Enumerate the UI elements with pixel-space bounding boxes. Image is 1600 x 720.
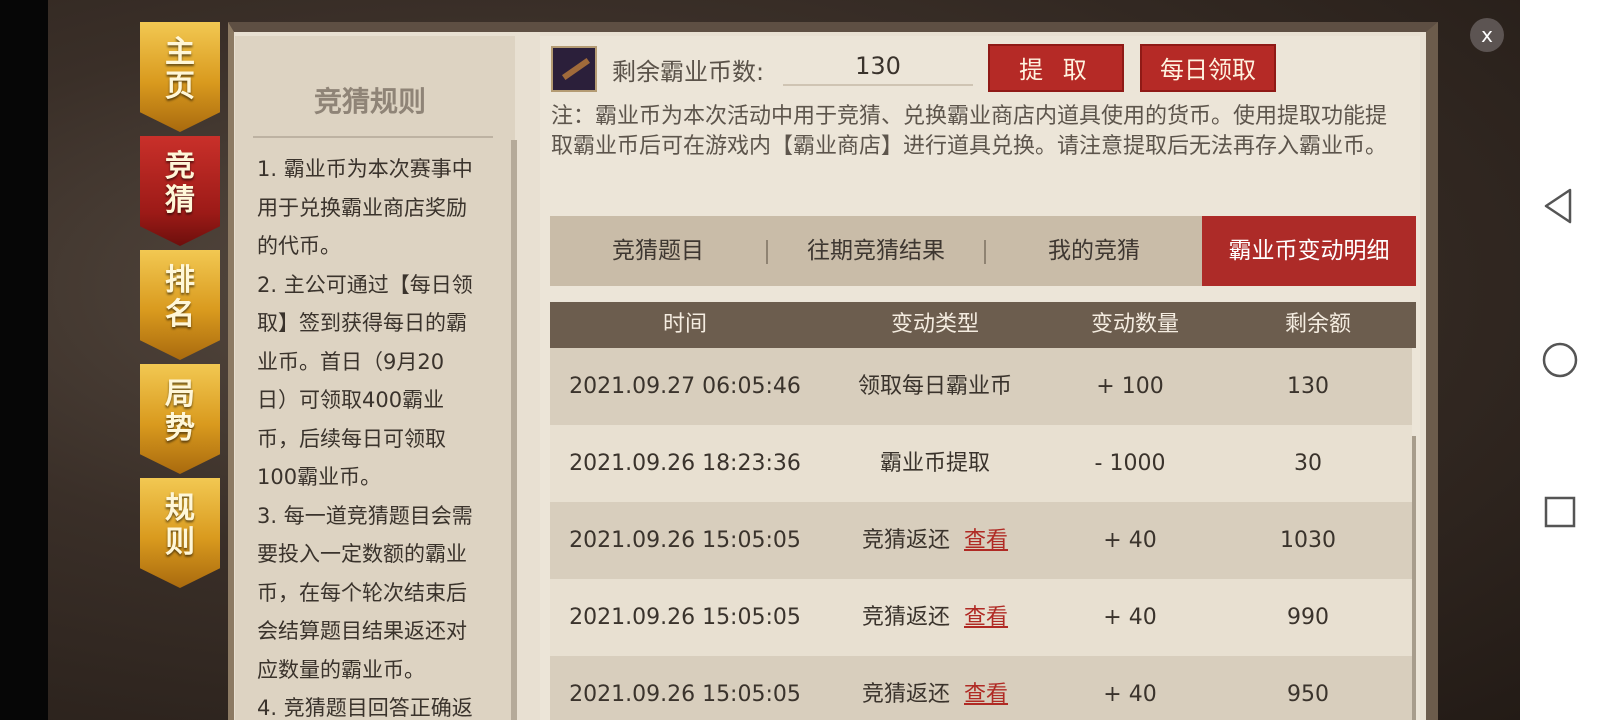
nav-ribbon-home[interactable]: 主 页 xyxy=(140,22,220,132)
header-amount: 变动数量 xyxy=(1090,312,1179,337)
rules-line: 的代币。 xyxy=(257,234,341,258)
table-row: 2021.09.27 06:05:46 领取每日霸业币 + 100 130 xyxy=(550,348,1412,425)
close-button[interactable]: x xyxy=(1470,18,1504,52)
note-text: 注：霸业币为本次活动中用于竞猜、兑换霸业商店内道具使用的货币。使用提取功能提取霸… xyxy=(551,104,1388,159)
cell-time: 2021.09.26 15:05:05 xyxy=(569,528,801,553)
rules-line: 取】签到获得每日的霸 xyxy=(257,311,467,335)
rules-line: 应数量的霸业币。 xyxy=(257,657,425,682)
nav-ribbon-guess[interactable]: 竞 猜 xyxy=(140,136,220,246)
back-icon[interactable] xyxy=(1540,186,1580,226)
cell-change: + 40 xyxy=(1103,605,1157,630)
cell-type: 竞猜返还 查看 xyxy=(820,579,1050,656)
nav-ribbon-situation[interactable]: 局 势 xyxy=(140,364,220,474)
rules-line: 会结算题目结果返还对 xyxy=(257,619,467,643)
cell-balance: 30 xyxy=(1294,451,1322,476)
cell-type: 竞猜返还 查看 xyxy=(820,502,1050,579)
nav-ribbon-char: 局 xyxy=(165,377,195,412)
header-time: 时间 xyxy=(662,312,707,337)
cell-balance: 1030 xyxy=(1280,528,1336,553)
view-link[interactable]: 查看 xyxy=(964,605,1008,630)
view-link[interactable]: 查看 xyxy=(964,682,1008,707)
table-scrollbar[interactable] xyxy=(1412,436,1416,720)
coin-label: 剩余霸业币数: xyxy=(612,58,765,86)
nav-ribbon-char: 规 xyxy=(165,491,195,526)
rules-text: 1. 霸业币为本次赛事中 用于兑换霸业商店奖励 的代币。 2. 主公可通过【每日… xyxy=(257,150,509,720)
rules-title: 竞猜规则 xyxy=(313,85,426,118)
nav-ribbon-char: 势 xyxy=(165,411,195,446)
sword-item-icon xyxy=(551,46,597,92)
rules-line: 业币。首日（9月20 xyxy=(257,349,445,374)
view-link[interactable]: 查看 xyxy=(964,528,1008,553)
rules-line: 3. 每一道竞猜题目会需 xyxy=(257,503,473,528)
cell-change: + 100 xyxy=(1096,374,1164,399)
nav-ribbon-char: 排 xyxy=(165,263,195,298)
cell-type: 领取每日霸业币 xyxy=(820,348,1050,425)
cell-type: 竞猜返还 查看 xyxy=(820,656,1050,720)
nav-ribbon-char: 则 xyxy=(165,525,195,560)
rules-scrollbar[interactable] xyxy=(511,140,517,720)
table-row: 2021.09.26 15:05:05 竞猜返还 查看 + 40 1030 xyxy=(550,502,1412,579)
daily-claim-button[interactable]: 每日领取 xyxy=(1140,44,1276,92)
cell-type-text: 竞猜返还 xyxy=(861,528,950,553)
tab-bar: 竞猜题目 往期竞猜结果 我的竞猜 霸业币变动明细 xyxy=(550,216,1416,286)
withdraw-button[interactable]: 提 取 xyxy=(988,44,1124,92)
app-screen: 主 页 竞 猜 排 名 局 势 规 则 竞猜规则 1. 霸业币为本次赛事中 用于… xyxy=(0,0,1600,720)
cell-time: 2021.09.26 15:05:05 xyxy=(569,605,801,630)
cell-time: 2021.09.26 15:05:05 xyxy=(569,682,801,707)
rules-divider xyxy=(253,136,493,138)
table-row: 2021.09.26 15:05:05 竞猜返还 查看 + 40 950 xyxy=(550,656,1412,720)
cell-balance: 130 xyxy=(1287,374,1329,399)
rules-line: 100霸业币。 xyxy=(257,465,382,489)
nav-ribbon-char: 页 xyxy=(165,69,195,104)
rules-line: 币，后续每日可领取 xyxy=(257,426,446,451)
table-row: 2021.09.26 15:05:05 竞猜返还 查看 + 40 990 xyxy=(550,579,1412,656)
rules-line: 币，在每个轮次结束后 xyxy=(257,580,467,605)
cell-type-text: 霸业币提取 xyxy=(879,451,990,476)
cell-type-text: 竞猜返还 xyxy=(861,605,950,630)
rules-line: 1. 霸业币为本次赛事中 xyxy=(257,157,473,181)
rules-panel: 竞猜规则 1. 霸业币为本次赛事中 用于兑换霸业商店奖励 的代币。 2. 主公可… xyxy=(235,36,515,720)
rules-line: 日）可领取400霸业 xyxy=(257,388,445,412)
rules-line: 要投入一定数额的霸业 xyxy=(257,542,467,566)
cell-type: 霸业币提取 xyxy=(820,425,1050,502)
cell-time: 2021.09.27 06:05:46 xyxy=(569,374,801,399)
nav-ribbon-char: 主 xyxy=(165,35,195,70)
cell-type-text: 竞猜返还 xyxy=(861,682,950,707)
rules-line: 用于兑换霸业商店奖励 xyxy=(257,195,467,220)
cell-change: - 1000 xyxy=(1094,451,1166,476)
tab-my-guesses[interactable]: 我的竞猜 xyxy=(986,216,1202,286)
nav-ribbon-char: 竞 xyxy=(165,149,195,184)
table-row: 2021.09.26 18:23:36 霸业币提取 - 1000 30 xyxy=(550,425,1412,502)
recent-apps-icon[interactable] xyxy=(1540,492,1580,532)
rules-line: 2. 主公可通过【每日领 xyxy=(257,272,473,297)
nav-ribbon-rules[interactable]: 规 则 xyxy=(140,478,220,588)
nav-ribbon-char: 猜 xyxy=(165,183,195,218)
tab-guess-questions[interactable]: 竞猜题目 xyxy=(550,216,766,286)
cell-change: + 40 xyxy=(1103,682,1157,707)
nav-ribbon-char: 名 xyxy=(165,297,195,332)
coin-value: 130 xyxy=(783,52,973,86)
home-icon[interactable] xyxy=(1540,340,1580,380)
header-balance: 剩余额 xyxy=(1284,312,1351,337)
tab-past-results[interactable]: 往期竞猜结果 xyxy=(768,216,984,286)
rules-line: 4. 竞猜题目回答正确返 xyxy=(257,696,473,720)
nav-ribbon-ranking[interactable]: 排 名 xyxy=(140,250,220,360)
cell-balance: 990 xyxy=(1287,605,1329,630)
left-letterbox xyxy=(0,0,48,720)
header-type: 变动类型 xyxy=(890,312,979,337)
cell-type-text: 领取每日霸业币 xyxy=(857,374,1012,399)
tab-coin-changes[interactable]: 霸业币变动明细 xyxy=(1202,216,1416,286)
cell-change: + 40 xyxy=(1103,528,1157,553)
cell-time: 2021.09.26 18:23:36 xyxy=(569,451,801,476)
cell-balance: 950 xyxy=(1287,682,1329,707)
table-header: 时间 变动类型 变动数量 剩余额 xyxy=(550,302,1416,348)
